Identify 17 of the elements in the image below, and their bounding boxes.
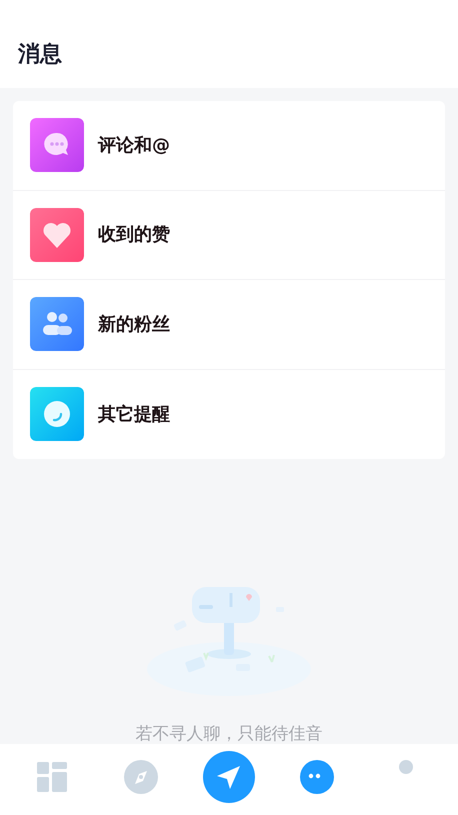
- compass-icon: [124, 760, 158, 794]
- category-label: 新的粉丝: [98, 312, 170, 337]
- profile-icon: [398, 760, 413, 774]
- people-icon: [30, 297, 84, 352]
- message-category-row[interactable]: 收到的赞: [13, 190, 445, 280]
- category-label: 收到的赞: [98, 223, 170, 248]
- chat-icon: [300, 760, 334, 794]
- empty-message-text: 若不寻人聊，只能待佳音: [136, 723, 322, 746]
- message-category-row[interactable]: 新的粉丝: [13, 280, 445, 370]
- message-category-row[interactable]: 评论和@: [13, 101, 445, 190]
- chat-bubble-icon: [30, 118, 84, 172]
- category-label: 其它提醒: [98, 402, 170, 427]
- category-label: 评论和@: [98, 134, 170, 158]
- page-title: 消息: [18, 42, 63, 68]
- dashboard-icon: [37, 762, 68, 792]
- send-icon: [202, 750, 255, 802]
- message-category-row[interactable]: 其它提醒: [13, 370, 445, 459]
